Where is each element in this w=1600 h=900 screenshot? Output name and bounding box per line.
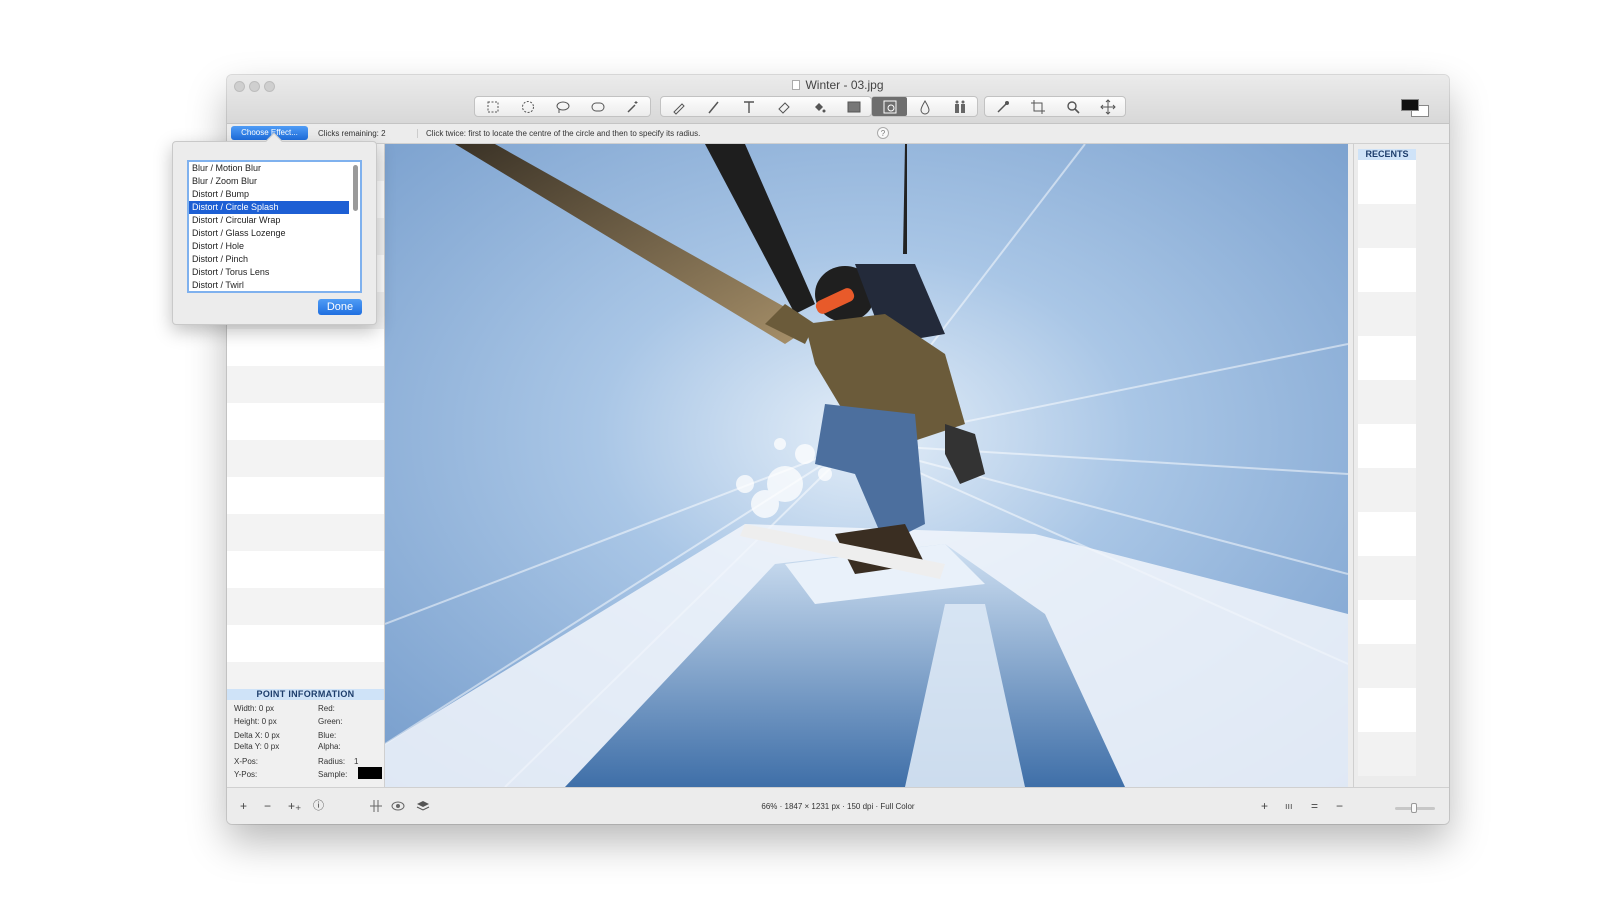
left-panel-row [227,477,384,514]
lasso-icon[interactable] [545,97,580,116]
text-icon[interactable] [731,97,766,116]
eyedropper-icon[interactable] [985,97,1020,116]
help-button[interactable]: ? [877,127,889,139]
x-pos-readout: X-Pos: [234,757,259,766]
window-title: Winter - 03.jpg [227,78,1449,92]
zoom-out-button[interactable]: − [1336,800,1343,812]
zoom-icon[interactable] [1055,97,1090,116]
choose-effect-popover: Blur / Motion Blur Blur / Zoom Blur Dist… [172,132,377,325]
recents-slot[interactable] [1358,380,1416,424]
effects-list[interactable]: Blur / Motion Blur Blur / Zoom Blur Dist… [187,160,362,293]
columns-view-button[interactable]: ııı [1285,800,1293,812]
recents-slot[interactable] [1358,556,1416,600]
titlebar: Winter - 03.jpg [227,75,1449,124]
effect-item[interactable]: Distort / Glass Lozenge [189,227,360,240]
effects-icon[interactable] [872,97,907,116]
red-readout: Red: [318,704,335,713]
recents-slot[interactable] [1358,600,1416,644]
recents-slot[interactable] [1358,160,1416,204]
zoom-slider[interactable] [1395,803,1435,813]
left-panel-row [227,403,384,440]
pencil-icon[interactable] [661,97,696,116]
move-icon[interactable] [1090,97,1125,116]
zoom-slider-knob[interactable] [1411,803,1417,813]
effect-item-selected[interactable]: Distort / Circle Splash [189,201,349,214]
effect-item[interactable]: Blur / Motion Blur [189,162,360,175]
effect-item[interactable]: Distort / Pinch [189,253,360,266]
left-panel-row [227,440,384,477]
gradient-icon[interactable] [836,97,871,116]
point-information-panel: POINT INFORMATION Width: 0 px Height: 0 … [227,689,385,797]
effect-item[interactable]: Distort / Hole [189,240,360,253]
blue-readout: Blue: [318,731,337,740]
paint-bucket-icon[interactable] [801,97,836,116]
app-window: Winter - 03.jpg Choose Effect... Clicks … [227,75,1449,824]
recents-header: RECENTS [1358,149,1416,160]
delta-x-readout: Delta X: 0 px [234,731,280,740]
left-panel-row [227,625,384,662]
recents-panel: RECENTS [1353,144,1449,797]
effect-item[interactable]: Distort / Twirl [189,279,360,291]
delta-y-readout: Delta Y: 0 px [234,742,280,751]
effect-item[interactable]: Distort / Torus Lens [189,266,360,279]
y-pos-readout: Y-Pos: [234,770,258,779]
magic-wand-icon[interactable] [615,97,650,116]
left-panel-row [227,329,384,366]
recents-slot[interactable] [1358,644,1416,688]
effect-item[interactable]: Blur / Zoom Blur [189,175,360,188]
recents-slot[interactable] [1358,732,1416,776]
left-panel-row [227,588,384,625]
crop-icon[interactable] [1020,97,1055,116]
image-canvas[interactable] [385,144,1348,787]
rect-select-icon[interactable] [475,97,510,116]
selection-tools [474,96,651,117]
brush-icon[interactable] [696,97,731,116]
point-information-header: POINT INFORMATION [227,689,384,700]
clone-icon[interactable] [942,97,977,116]
effect-item[interactable]: Distort / Bump [189,188,360,201]
height-readout: Height: 0 px [234,717,277,726]
blur-drop-icon[interactable] [907,97,942,116]
sample-label: Sample: [318,770,348,779]
foreground-color-swatch[interactable] [1401,99,1419,111]
green-readout: Green: [318,717,343,726]
radius-label: Radius: [318,757,346,766]
recents-slot[interactable] [1358,336,1416,380]
status-bar: + − +₊ ⓘ 66% · 1847 × 1231 px · 150 dpi … [227,787,1449,824]
window-title-text: Winter - 03.jpg [805,78,884,92]
effect-item[interactable]: Distort / Circular Wrap [189,214,360,227]
left-panel-row [227,551,384,588]
tool-hint: Click twice: first to locate the centre … [417,129,700,138]
width-readout: Width: 0 px [234,704,275,713]
left-panel-row [227,514,384,551]
color-swatches[interactable] [1401,99,1435,119]
radius-value[interactable]: 1 [354,757,358,766]
misc-tools [984,96,1126,117]
clicks-remaining: Clicks remaining: 2 [318,129,386,138]
recents-slot[interactable] [1358,688,1416,732]
left-panel-row [227,366,384,403]
rows-view-button[interactable]: = [1311,800,1318,812]
ellipse-select-icon[interactable] [510,97,545,116]
polygon-select-icon[interactable] [580,97,615,116]
options-bar: Choose Effect... Clicks remaining: 2 Cli… [227,124,1449,144]
sample-swatch[interactable] [358,767,382,779]
recents-slot[interactable] [1358,468,1416,512]
alpha-readout: Alpha: [318,742,341,751]
zoom-in-button[interactable]: + [1261,800,1268,812]
paint-tools [660,96,872,117]
photo-winter-snowboarder [385,144,1348,787]
recents-slot[interactable] [1358,512,1416,556]
eraser-icon[interactable] [766,97,801,116]
recents-slot[interactable] [1358,248,1416,292]
recents-slot[interactable] [1358,424,1416,468]
done-button[interactable]: Done [318,299,362,315]
effect-tools [871,96,978,117]
effects-list-scrollbar[interactable] [353,165,358,211]
document-icon [792,80,801,90]
recents-slot[interactable] [1358,204,1416,248]
recents-slot[interactable] [1358,292,1416,336]
